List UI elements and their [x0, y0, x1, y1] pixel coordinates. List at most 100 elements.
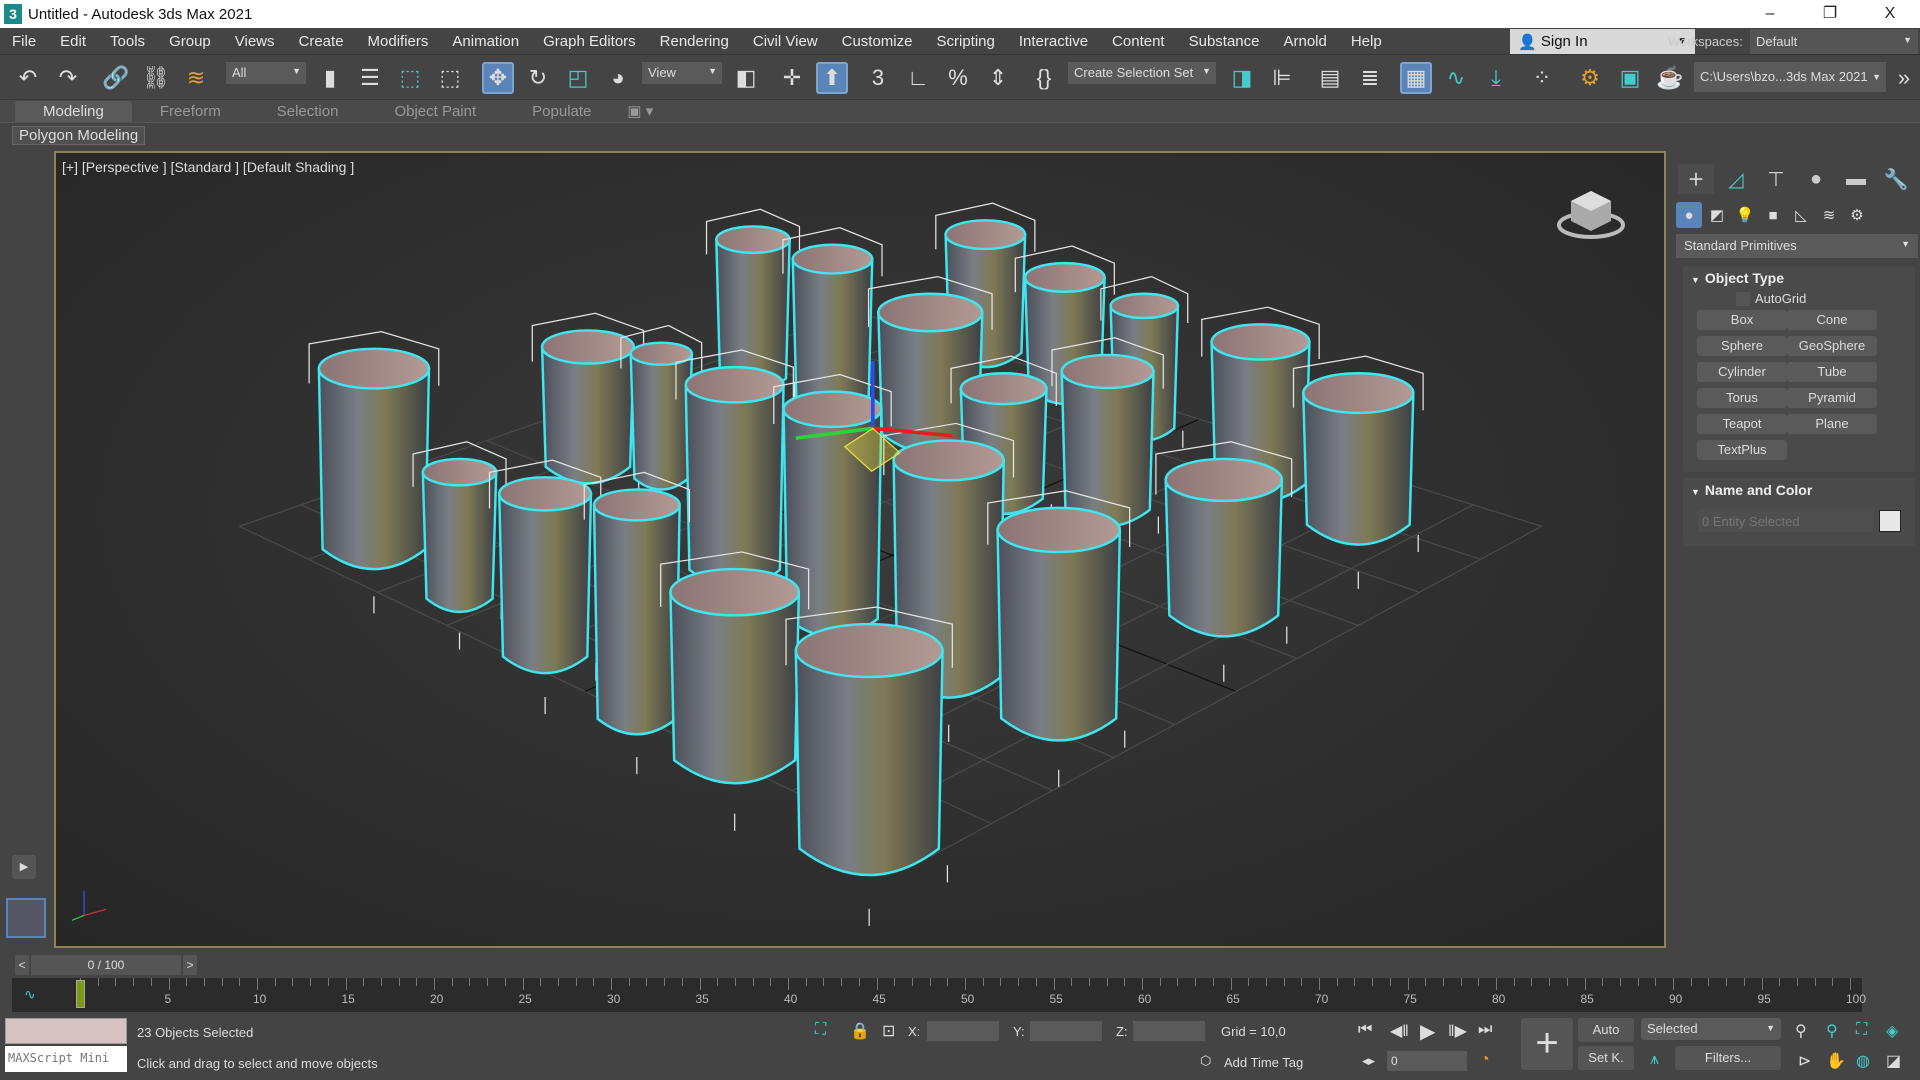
z-coordinate-input[interactable]: [1133, 1021, 1205, 1041]
previous-frame-icon[interactable]: ◀‖: [1390, 1021, 1409, 1041]
tree-stump[interactable]: [785, 606, 953, 926]
auto-key-button[interactable]: Auto: [1578, 1018, 1634, 1042]
ribbon-tab-object-paint[interactable]: Object Paint: [366, 101, 504, 122]
dope-sheet-icon[interactable]: ⤓: [1480, 62, 1512, 94]
current-frame-marker[interactable]: [76, 980, 85, 1008]
menu-views[interactable]: Views: [223, 33, 287, 50]
create-sphere-button[interactable]: Sphere: [1697, 336, 1787, 356]
reference-coordinate-dropdown[interactable]: View ▼: [642, 62, 722, 84]
tree-stump[interactable]: [660, 551, 810, 831]
play-icon[interactable]: ▶: [1420, 1019, 1435, 1044]
display-tab-icon[interactable]: ▬: [1838, 164, 1874, 194]
tree-stump[interactable]: [412, 441, 507, 650]
curve-editor-icon[interactable]: ∿: [1440, 62, 1472, 94]
object-type-title[interactable]: ▼ Object Type: [1691, 270, 1784, 286]
align-icon[interactable]: ⊫: [1266, 62, 1298, 94]
zoom-all-icon[interactable]: ⚲: [1826, 1021, 1838, 1041]
percent-snap-icon[interactable]: %: [942, 62, 974, 94]
set-keys-plus-icon[interactable]: +: [1521, 1018, 1573, 1070]
autogrid-checkbox[interactable]: [1736, 292, 1750, 306]
shapes-icon[interactable]: ◩: [1704, 202, 1730, 228]
render-production-icon[interactable]: ☕: [1654, 62, 1686, 94]
selection-lock-icon[interactable]: 🔒: [850, 1021, 870, 1041]
close-button[interactable]: X: [1860, 0, 1920, 28]
x-coordinate-input[interactable]: [927, 1021, 999, 1041]
edit-named-selection-icon[interactable]: {}: [1028, 62, 1060, 94]
create-tube-button[interactable]: Tube: [1787, 362, 1877, 382]
menu-help[interactable]: Help: [1339, 33, 1394, 50]
ribbon-toggle-icon[interactable]: ▦: [1400, 62, 1432, 94]
time-slider-thumb[interactable]: 0 / 100: [31, 955, 181, 975]
previous-frame-button[interactable]: <: [15, 955, 29, 975]
track-bar[interactable]: ∿ 05101520253035404550556065707580859095…: [12, 978, 1866, 1012]
menu-civil-view[interactable]: Civil View: [741, 33, 830, 50]
select-by-name-icon[interactable]: ☰: [354, 62, 386, 94]
add-time-tag-button[interactable]: Add Time Tag: [1224, 1055, 1303, 1070]
modify-tab-icon[interactable]: ◿: [1718, 164, 1754, 194]
snaps-toggle-icon[interactable]: 3: [862, 62, 894, 94]
menu-substance[interactable]: Substance: [1177, 33, 1272, 50]
create-plane-button[interactable]: Plane: [1787, 414, 1877, 434]
spinner-snap-icon[interactable]: ⇕: [982, 62, 1014, 94]
tangent-type-icon[interactable]: ⩚: [1650, 1051, 1659, 1069]
rectangular-selection-icon[interactable]: ⬚: [394, 62, 426, 94]
create-torus-button[interactable]: Torus: [1697, 388, 1787, 408]
menu-interactive[interactable]: Interactive: [1007, 33, 1100, 50]
scene-canvas[interactable]: [56, 153, 1664, 946]
create-geosphere-button[interactable]: GeoSphere: [1787, 336, 1877, 356]
mirror-icon[interactable]: ◨: [1226, 62, 1258, 94]
maxscript-mini-input[interactable]: MAXScript Mini: [5, 1046, 127, 1072]
menu-arnold[interactable]: Arnold: [1271, 33, 1338, 50]
menu-customize[interactable]: Customize: [830, 33, 925, 50]
select-manipulate-icon[interactable]: ✛: [776, 62, 808, 94]
current-frame-spinner[interactable]: 0: [1387, 1051, 1467, 1071]
select-object-icon[interactable]: ▮: [314, 62, 346, 94]
create-cone-button[interactable]: Cone: [1787, 310, 1877, 330]
ribbon-tab-modeling[interactable]: Modeling: [15, 101, 132, 122]
window-crossing-icon[interactable]: ⬚: [434, 62, 466, 94]
hierarchy-tab-icon[interactable]: ⊤: [1758, 164, 1794, 194]
go-to-end-icon[interactable]: ⏭: [1478, 1021, 1492, 1039]
scene-explorer-icon[interactable]: ▤: [1314, 62, 1346, 94]
menu-graph-editors[interactable]: Graph Editors: [531, 33, 648, 50]
project-folder-dropdown[interactable]: C:\Users\bzo...3ds Max 2021 ▼: [1694, 62, 1886, 92]
angle-snap-icon[interactable]: ∟: [902, 62, 934, 94]
select-and-move-icon[interactable]: ✥: [482, 62, 514, 94]
polygon-modeling-panel[interactable]: Polygon Modeling: [12, 126, 146, 145]
field-of-view-icon[interactable]: ⊳: [1798, 1051, 1811, 1071]
viewcube-icon[interactable]: [1556, 183, 1626, 243]
systems-icon[interactable]: ⚙: [1844, 202, 1870, 228]
perspective-viewport[interactable]: [+] [Perspective ] [Standard ] [Default …: [54, 151, 1666, 948]
link-icon[interactable]: 🔗: [100, 62, 132, 94]
object-color-swatch[interactable]: [1879, 510, 1901, 532]
space-warps-icon[interactable]: ≋: [1816, 202, 1842, 228]
name-and-color-title[interactable]: ▼ Name and Color: [1691, 482, 1812, 498]
ribbon-tab-selection[interactable]: Selection: [249, 101, 367, 122]
create-textplus-button[interactable]: TextPlus: [1697, 440, 1787, 460]
ribbon-tab-populate[interactable]: Populate: [504, 101, 619, 122]
selection-filter-dropdown[interactable]: All ▼: [226, 62, 306, 84]
y-coordinate-input[interactable]: [1030, 1021, 1102, 1041]
select-and-rotate-icon[interactable]: ↻: [522, 62, 554, 94]
unlink-icon[interactable]: ⛓: [140, 62, 172, 94]
zoom-icon[interactable]: ⚲: [1795, 1021, 1807, 1041]
viewport-layout-thumbnail[interactable]: [6, 898, 46, 938]
menu-scripting[interactable]: Scripting: [924, 33, 1006, 50]
curve-editor-mini-icon[interactable]: ∿: [24, 986, 36, 1003]
geometry-icon[interactable]: ●: [1676, 202, 1702, 228]
schematic-view-icon[interactable]: ⁘: [1526, 62, 1558, 94]
key-filter-dropdown[interactable]: Selected ▼: [1641, 1018, 1781, 1040]
next-frame-icon[interactable]: ‖▶: [1448, 1021, 1467, 1041]
render-setup-icon[interactable]: ⚙: [1574, 62, 1606, 94]
absolute-mode-icon[interactable]: ⊡: [882, 1021, 895, 1041]
select-and-place-icon[interactable]: ◕: [602, 62, 634, 94]
orbit-icon[interactable]: ◍: [1856, 1051, 1870, 1071]
tree-stump[interactable]: [308, 331, 440, 614]
menu-modifiers[interactable]: Modifiers: [356, 33, 441, 50]
menu-content[interactable]: Content: [1100, 33, 1177, 50]
utilities-tab-wrench-icon[interactable]: 🔧: [1878, 164, 1914, 194]
zoom-extents-all-icon[interactable]: ◈: [1886, 1021, 1898, 1041]
minimize-button[interactable]: –: [1740, 0, 1800, 28]
menu-animation[interactable]: Animation: [440, 33, 531, 50]
menu-rendering[interactable]: Rendering: [648, 33, 741, 50]
